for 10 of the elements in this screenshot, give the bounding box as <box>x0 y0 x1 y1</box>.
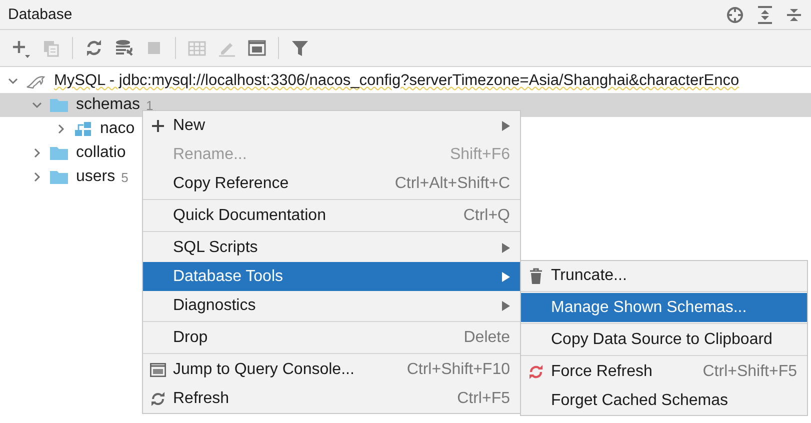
shortcut-label: Shift+F6 <box>450 146 510 164</box>
shortcut-label: Ctrl+Alt+Shift+C <box>394 174 510 192</box>
shortcut-label: Ctrl+Shift+F10 <box>406 360 510 378</box>
shortcut-label: Ctrl+Q <box>463 206 510 224</box>
panel-title: Database <box>8 6 74 23</box>
shortcut-label: Ctrl+Shift+F5 <box>702 362 797 380</box>
shortcut-label: Ctrl+F5 <box>457 390 510 408</box>
item-count: 1 <box>146 98 154 112</box>
item-count: 5 <box>121 170 128 184</box>
shortcut-label: Delete <box>464 328 510 346</box>
